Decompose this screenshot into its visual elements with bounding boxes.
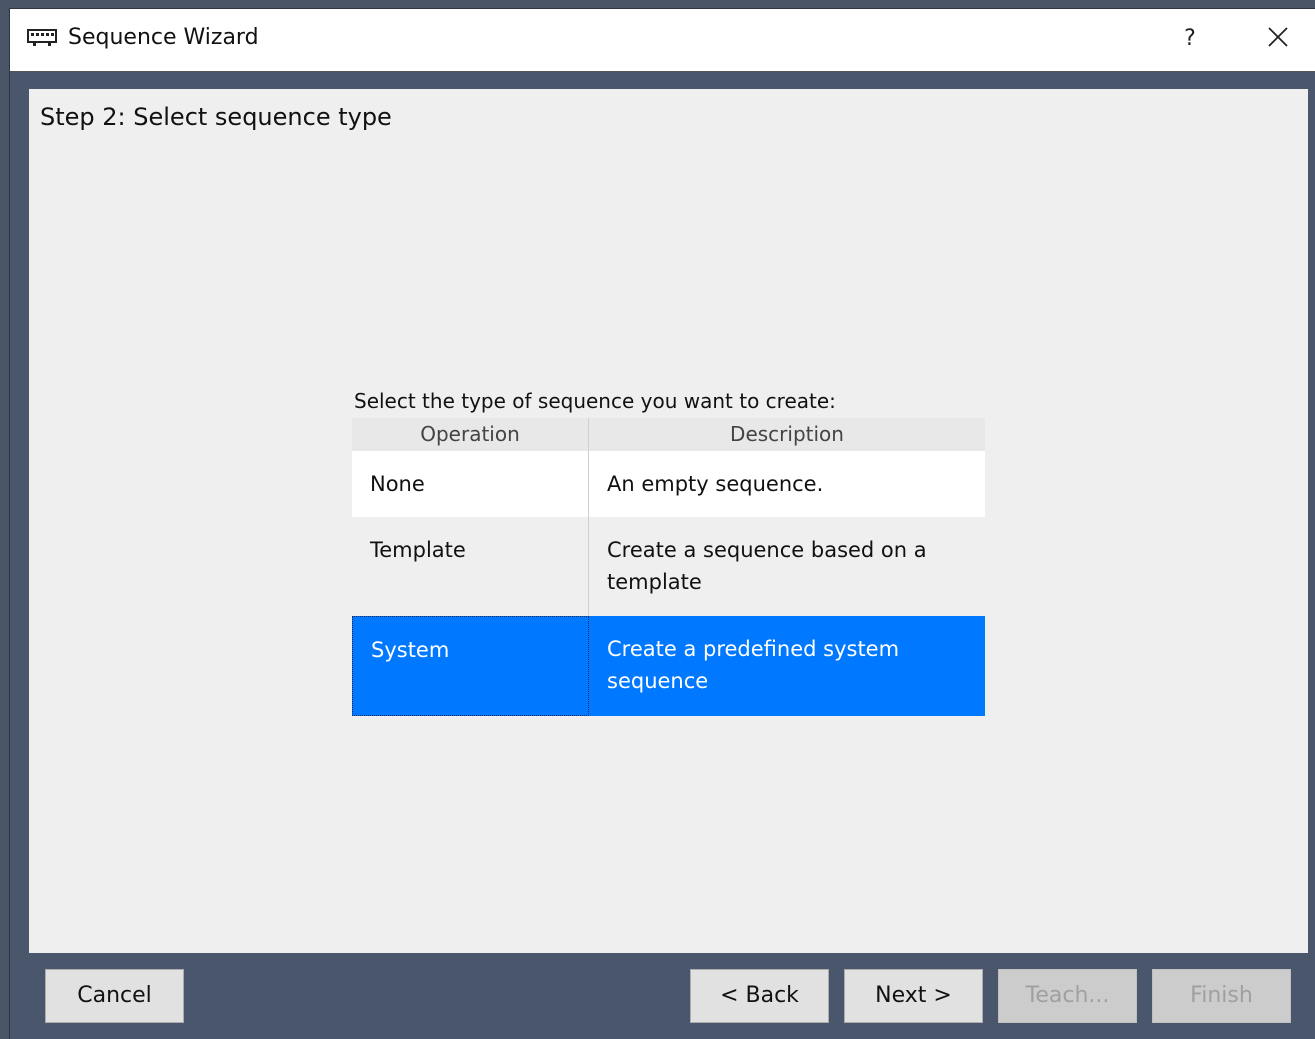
- grid-row-none[interactable]: None An empty sequence.: [352, 451, 985, 517]
- operation-cell[interactable]: System: [352, 616, 589, 716]
- teach-button[interactable]: Teach...: [998, 969, 1137, 1023]
- sequence-type-grid[interactable]: Operation Description None An empty sequ…: [352, 418, 985, 716]
- cancel-button[interactable]: Cancel: [45, 969, 184, 1023]
- button-bar: Cancel < Back Next > Teach... Finish: [10, 953, 1315, 1039]
- column-header-operation[interactable]: Operation: [352, 418, 589, 451]
- finish-button[interactable]: Finish: [1152, 969, 1291, 1023]
- back-button[interactable]: < Back: [690, 969, 829, 1023]
- title-bar: Sequence Wizard ?: [10, 9, 1315, 72]
- next-button[interactable]: Next >: [844, 969, 983, 1023]
- grid-header: Operation Description: [352, 418, 985, 451]
- step-title: Step 2: Select sequence type: [40, 103, 392, 131]
- operation-cell[interactable]: Template: [352, 517, 589, 616]
- wizard-content: Step 2: Select sequence type Select the …: [29, 89, 1308, 953]
- window-title: Sequence Wizard: [68, 25, 259, 50]
- keyboard-icon: [27, 29, 57, 46]
- column-header-description[interactable]: Description: [589, 418, 985, 451]
- sequence-wizard-window: Sequence Wizard ? Step 2: Select sequenc…: [9, 8, 1315, 1039]
- help-button[interactable]: ?: [1170, 17, 1210, 61]
- description-cell[interactable]: Create a sequence based on a template: [589, 517, 985, 616]
- description-cell[interactable]: An empty sequence.: [589, 451, 985, 517]
- grid-row-system[interactable]: System Create a predefined system sequen…: [352, 616, 985, 716]
- close-icon: [1268, 27, 1288, 47]
- description-cell[interactable]: Create a predefined system sequence: [589, 616, 985, 716]
- close-button[interactable]: [1254, 17, 1302, 61]
- sequence-type-prompt: Select the type of sequence you want to …: [354, 389, 836, 413]
- grid-row-template[interactable]: Template Create a sequence based on a te…: [352, 517, 985, 616]
- operation-cell[interactable]: None: [352, 451, 589, 517]
